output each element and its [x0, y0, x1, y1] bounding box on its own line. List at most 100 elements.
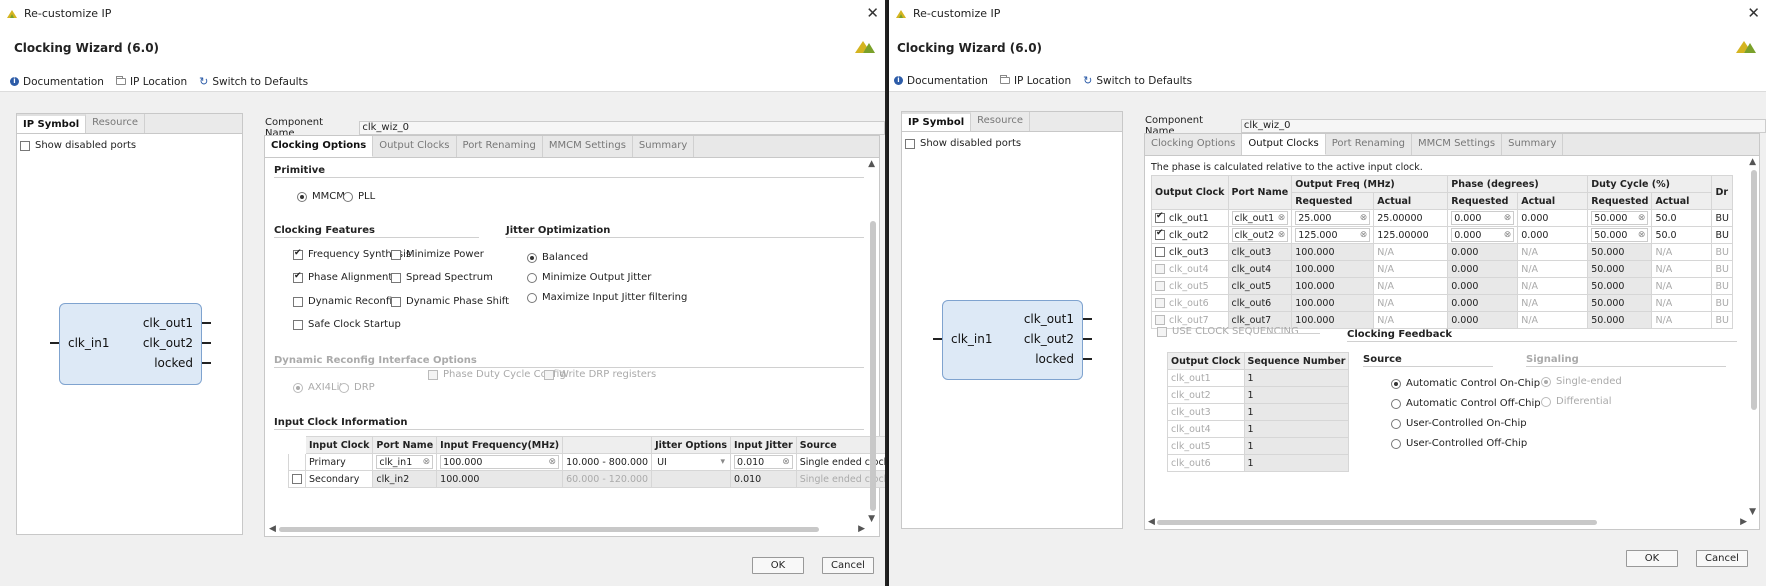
close-icon[interactable]: ✕ [1747, 4, 1760, 22]
clear-icon[interactable]: ⊗ [1638, 230, 1646, 240]
radio[interactable] [1391, 418, 1401, 429]
use-clock-sequencing[interactable]: USE CLOCK SEQUENCING [1157, 326, 1299, 337]
tab-summary[interactable]: Summary [633, 136, 695, 157]
radio[interactable] [1541, 376, 1551, 387]
vertical-scrollbar[interactable] [870, 221, 876, 511]
radio[interactable] [527, 292, 537, 303]
ip-location-link[interactable]: IP Location [999, 74, 1071, 87]
checkbox[interactable] [293, 319, 303, 330]
dropdown-arrow-icon[interactable]: ▾ [721, 457, 726, 467]
switch-defaults-link[interactable]: ↻ Switch to Defaults [199, 75, 308, 88]
tab-port-renaming[interactable]: Port Renaming [457, 136, 543, 157]
radio-mmcm-button[interactable] [297, 191, 307, 202]
show-disabled-ports[interactable]: Show disabled ports [20, 140, 136, 151]
cell-phase-req[interactable]: 0.000 ⊗ [1447, 209, 1519, 227]
radio-mmcm[interactable]: MMCM [297, 191, 345, 202]
documentation-link[interactable]: i Documentation [894, 74, 988, 87]
fb-user-on-chip[interactable]: User-Controlled On-Chip [1391, 418, 1527, 429]
radio-pll-button[interactable] [343, 191, 353, 202]
opt-dynamic-reconfig[interactable]: Dynamic Reconfig [293, 296, 399, 307]
clear-icon[interactable]: ⊗ [1278, 230, 1286, 240]
clear-icon[interactable]: ⊗ [423, 457, 431, 467]
scroll-left-icon[interactable]: ◀ [1148, 517, 1155, 527]
sig-differential[interactable]: Differential [1541, 396, 1612, 407]
clear-icon[interactable]: ⊗ [1504, 213, 1512, 223]
cell-freq[interactable]: 100.000 ⊗ [436, 453, 564, 471]
jitter-balanced[interactable]: Balanced [527, 252, 588, 263]
scroll-up-icon[interactable]: ▲ [1749, 157, 1756, 167]
radio[interactable] [527, 272, 537, 283]
fb-auto-on-chip[interactable]: Automatic Control On-Chip [1391, 378, 1540, 389]
checkbox[interactable] [391, 296, 401, 307]
cell-output-clock[interactable]: clk_out5 [1151, 277, 1229, 295]
clear-icon[interactable]: ⊗ [1504, 230, 1512, 240]
output-clock-checkbox[interactable] [1155, 315, 1165, 325]
opt-write-drp[interactable]: Write DRP registers [544, 369, 656, 380]
checkbox[interactable] [544, 369, 554, 380]
scroll-left-icon[interactable]: ◀ [269, 524, 276, 534]
tab-mmcm-settings[interactable]: MMCM Settings [543, 136, 633, 157]
cell-jitter[interactable]: 0.010 ⊗ [730, 453, 797, 471]
tab-port-renaming[interactable]: Port Renaming [1326, 134, 1413, 155]
opt-spread-spectrum[interactable]: Spread Spectrum [391, 272, 493, 283]
output-clock-checkbox[interactable] [1155, 281, 1165, 291]
ip-location-link[interactable]: IP Location [115, 75, 187, 88]
radio[interactable] [339, 382, 349, 393]
scroll-up-icon[interactable]: ▲ [868, 159, 875, 169]
cell-output-clock[interactable]: clk_out3 [1151, 243, 1229, 261]
horizontal-scrollbar[interactable] [1157, 520, 1597, 525]
clear-icon[interactable]: ⊗ [1638, 213, 1646, 223]
sig-single-ended[interactable]: Single-ended [1541, 376, 1622, 387]
show-disabled-checkbox[interactable] [20, 140, 30, 151]
clear-icon[interactable]: ⊗ [549, 457, 557, 467]
cell-port[interactable]: clk_out1 ⊗ [1227, 209, 1293, 227]
component-name-input[interactable]: clk_wiz_0 [359, 121, 885, 135]
opt-minimize-power[interactable]: Minimize Power [391, 249, 484, 260]
scroll-down-icon[interactable]: ▼ [1749, 507, 1756, 517]
show-disabled-checkbox[interactable] [905, 138, 915, 149]
tab-clocking-options[interactable]: Clocking Options [1145, 134, 1243, 155]
show-disabled-ports[interactable]: Show disabled ports [905, 138, 1021, 149]
cell-check[interactable] [288, 470, 306, 488]
radio[interactable] [527, 252, 537, 263]
jitter-maximize-input[interactable]: Maximize Input Jitter filtering [527, 292, 687, 303]
checkbox[interactable] [293, 271, 303, 283]
cancel-button[interactable]: Cancel [1696, 550, 1748, 567]
checkbox[interactable] [391, 249, 401, 260]
clear-icon[interactable]: ⊗ [1360, 230, 1368, 240]
vertical-scrollbar[interactable] [1751, 170, 1757, 410]
cell-freq-req[interactable]: 25.000 ⊗ [1291, 209, 1375, 227]
use-seq-checkbox[interactable] [1157, 326, 1167, 337]
radio-pll[interactable]: PLL [343, 191, 375, 202]
output-clock-checkbox[interactable] [1155, 247, 1165, 257]
opt-safe-clock-startup[interactable]: Safe Clock Startup [293, 319, 401, 330]
radio[interactable] [1541, 396, 1551, 407]
output-clock-checkbox[interactable] [1155, 211, 1165, 223]
cell-freq-req[interactable]: 125.000 ⊗ [1291, 226, 1375, 244]
output-clock-checkbox[interactable] [1155, 298, 1165, 308]
fb-user-off-chip[interactable]: User-Controlled Off-Chip [1391, 438, 1527, 449]
tab-mmcm-settings[interactable]: MMCM Settings [1412, 134, 1503, 155]
radio-drp[interactable]: DRP [339, 382, 375, 393]
documentation-link[interactable]: i Documentation [10, 75, 104, 88]
tab-output-clocks[interactable]: Output Clocks [373, 136, 457, 157]
radio[interactable] [1391, 438, 1401, 449]
scroll-down-icon[interactable]: ▼ [868, 514, 875, 524]
output-clock-checkbox[interactable] [1155, 228, 1165, 240]
tab-resource[interactable]: Resource [971, 112, 1030, 131]
radio[interactable] [1391, 398, 1401, 409]
tab-clocking-options[interactable]: Clocking Options [265, 136, 374, 157]
cell-port[interactable]: clk_out2 ⊗ [1227, 226, 1293, 244]
tab-resource[interactable]: Resource [86, 114, 145, 133]
clear-icon[interactable]: ⊗ [1360, 213, 1368, 223]
tab-summary[interactable]: Summary [1502, 134, 1564, 155]
opt-phase-alignment[interactable]: Phase Alignment [293, 271, 392, 283]
checkbox[interactable] [293, 248, 303, 260]
cell-duty-req[interactable]: 50.000 ⊗ [1587, 226, 1653, 244]
cell-output-clock[interactable]: clk_out6 [1151, 294, 1229, 312]
output-clock-checkbox[interactable] [1155, 264, 1165, 274]
checkbox[interactable] [391, 272, 401, 283]
checkbox[interactable] [428, 369, 438, 380]
component-name-input[interactable]: clk_wiz_0 [1240, 119, 1766, 133]
cell-port[interactable]: clk_in1 ⊗ [372, 453, 438, 471]
